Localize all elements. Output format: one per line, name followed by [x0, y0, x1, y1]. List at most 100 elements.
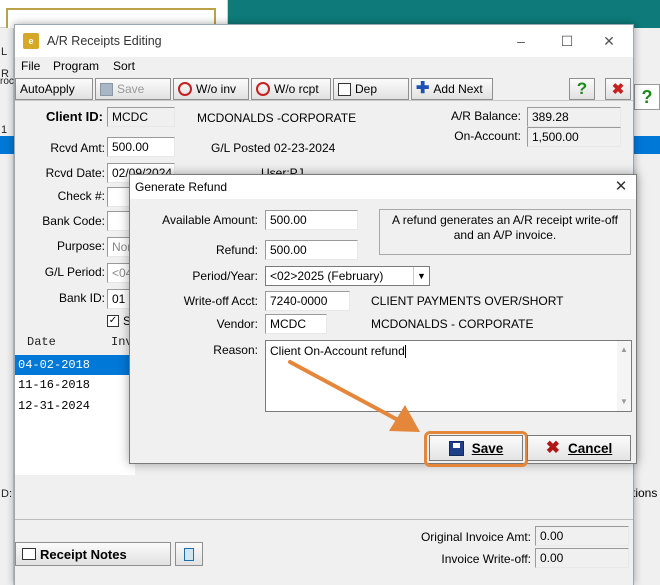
list-item[interactable]: 12-31-2024 [15, 396, 135, 416]
list-header-date: Date [27, 335, 56, 349]
chevron-down-icon[interactable]: ▼ [413, 267, 429, 285]
background-fragment: tions [632, 486, 658, 500]
menu-sort[interactable]: Sort [113, 59, 135, 73]
list-item[interactable]: 11-16-2018 [15, 375, 135, 395]
floppy-icon [448, 440, 464, 456]
dialog-close-icon[interactable]: ✕ [608, 176, 634, 198]
available-amount-label: Available Amount: [162, 213, 258, 227]
close-x-icon: ✖ [611, 81, 625, 98]
save-toolbar-button[interactable]: Save [95, 78, 171, 100]
dialog-title: Generate Refund [135, 180, 228, 194]
list-item[interactable]: 04-02-2018 [15, 355, 135, 375]
cancel-x-icon: ✖ [545, 438, 560, 457]
text-cursor [404, 345, 406, 359]
period-year-select[interactable]: <02>2025 (February) ▼ [265, 266, 430, 286]
no-entry-icon [178, 82, 192, 96]
client-id-label: Client ID: [45, 109, 103, 124]
title-bar: e A/R Receipts Editing – ☐ ✕ [15, 25, 633, 57]
refund-label: Refund: [215, 243, 258, 257]
check-label: Check #: [57, 189, 105, 203]
writeoff-acct-name: CLIENT PAYMENTS OVER/SHORT [371, 294, 564, 308]
purpose-label: Purpose: [56, 239, 105, 253]
orig-invoice-label: Original Invoice Amt: [420, 530, 531, 544]
reason-label: Reason: [213, 343, 258, 357]
period-year-label: Period/Year: [192, 269, 258, 283]
available-amount-field: 500.00 [265, 210, 358, 230]
receipt-notes-label: Receipt Notes [40, 546, 127, 562]
rcvd-date-label: Rcvd Date: [45, 166, 105, 180]
dialog-cancel-button[interactable]: ✖ Cancel [527, 435, 631, 461]
vendor-label: Vendor: [216, 317, 258, 331]
attachment-button[interactable] [175, 542, 203, 566]
window-title: A/R Receipts Editing [47, 34, 162, 48]
refund-field[interactable]: 500.00 [265, 240, 358, 260]
close-form-button[interactable]: ✖ [605, 78, 631, 100]
on-account-label: On-Account: [454, 129, 521, 143]
maximize-icon[interactable]: ☐ [547, 29, 587, 53]
dialog-cancel-label: Cancel [567, 440, 613, 456]
wo-inv-button[interactable]: W/o inv [173, 78, 249, 100]
autoapply-label: AutoApply [20, 82, 75, 96]
menu-program[interactable]: Program [53, 59, 99, 73]
bottom-bar: Receipt Notes Original Invoice Amt: 0.00… [15, 519, 633, 585]
add-next-button[interactable]: ✚ Add Next [411, 78, 493, 100]
client-name: MCDONALDS -CORPORATE [197, 111, 357, 125]
attachment-icon [184, 547, 194, 561]
rcvd-amt-field[interactable]: 500.00 [107, 137, 175, 157]
checkbox[interactable]: ✓ [107, 315, 119, 327]
plus-icon: ✚ [416, 80, 430, 97]
dialog-title-bar: Generate Refund [130, 175, 636, 199]
background-selection [632, 136, 660, 154]
autoapply-button[interactable]: AutoApply [15, 78, 93, 100]
minimize-icon[interactable]: – [501, 29, 541, 53]
receipts-list: 04-02-2018 11-16-2018 12-31-2024 [15, 355, 135, 475]
help-icon: ? [576, 79, 588, 98]
dialog-save-label: Save [471, 440, 504, 456]
notes-icon [22, 548, 36, 560]
reason-scrollbar[interactable]: ▲ ▼ [617, 341, 631, 411]
background-fragment: D: [1, 488, 12, 500]
close-icon[interactable]: ✕ [589, 29, 629, 53]
wo-rcpt-button[interactable]: W/o rcpt [251, 78, 331, 100]
ar-balance-label: A/R Balance: [450, 109, 521, 123]
help-button[interactable]: ? [569, 78, 595, 100]
bank-code-label: Bank Code: [42, 214, 105, 228]
background-fragment: 1 [1, 124, 8, 136]
orig-invoice-field: 0.00 [535, 526, 629, 546]
invoice-writeoff-field: 0.00 [535, 548, 629, 568]
dep-label: Dep [355, 82, 378, 96]
background-fragment: L [1, 46, 8, 58]
dialog-save-button[interactable]: Save [429, 435, 523, 461]
client-id-field[interactable]: MCDC [107, 107, 175, 127]
wo-inv-label: W/o inv [196, 82, 237, 96]
background-selection [0, 136, 14, 154]
reason-textarea[interactable]: Client On-Account refund ▲ ▼ [265, 340, 632, 412]
save-toolbar-label: Save [117, 82, 145, 96]
reason-text: Client On-Account refund [270, 344, 405, 358]
gl-posted: G/L Posted 02-23-2024 [211, 141, 336, 155]
writeoff-acct-field[interactable]: 7240-0000 [265, 291, 350, 311]
ledger-icon [338, 82, 351, 96]
menu-file[interactable]: File [21, 59, 40, 73]
vendor-field[interactable]: MCDC [265, 314, 327, 334]
wo-rcpt-label: W/o rcpt [274, 82, 319, 96]
scroll-down-icon[interactable]: ▼ [617, 395, 631, 409]
scroll-up-icon[interactable]: ▲ [617, 343, 631, 357]
app-icon: e [23, 33, 39, 49]
period-year-value: <02>2025 (February) [270, 269, 384, 283]
background-fragment: roc [0, 76, 14, 87]
background-window-left: L R roc 1 D: [0, 28, 14, 585]
refund-info-box: A refund generates an A/R receipt write-… [379, 209, 631, 255]
rcvd-amt-label: Rcvd Amt: [50, 141, 105, 155]
ar-balance-field: 389.28 [527, 107, 621, 127]
dep-button[interactable]: Dep [333, 78, 409, 100]
vendor-name: MCDONALDS - CORPORATE [371, 317, 534, 331]
menu-bar: File Program Sort [15, 57, 633, 77]
invoice-writeoff-label: Invoice Write-off: [441, 552, 531, 566]
writeoff-acct-label: Write-off Acct: [183, 294, 258, 308]
background-help-icon: ? [634, 84, 660, 110]
gl-period-label: G/L Period: [44, 265, 105, 279]
receipt-notes-button[interactable]: Receipt Notes [15, 542, 171, 566]
generate-refund-dialog: Generate Refund ✕ Available Amount: 500.… [129, 174, 637, 467]
on-account-field: 1,500.00 [527, 127, 621, 147]
